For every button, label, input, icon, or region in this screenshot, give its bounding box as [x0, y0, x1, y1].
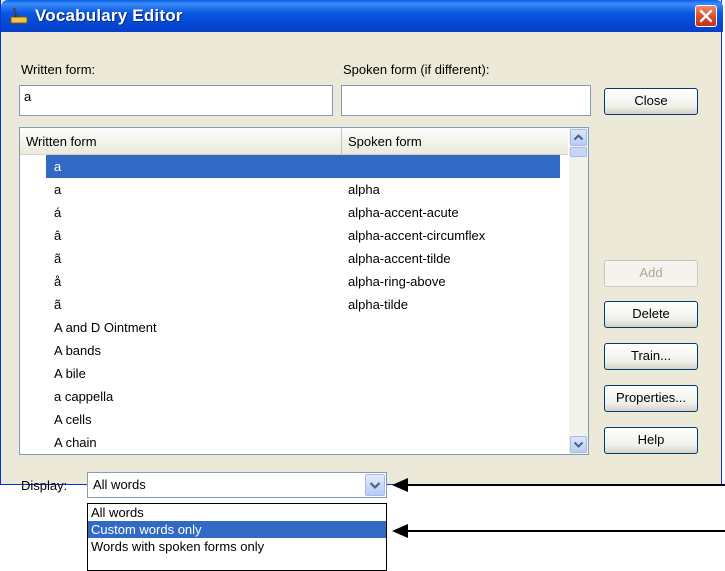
display-option-partial[interactable]	[88, 555, 386, 570]
list-item[interactable]: A bile	[46, 362, 560, 385]
title-bar[interactable]: Vocabulary Editor	[1, 0, 723, 32]
column-header-spoken-form[interactable]: Spoken form	[342, 128, 568, 155]
written-cell: â	[54, 228, 62, 243]
list-item[interactable]: A chain	[46, 431, 560, 454]
spoken-cell: alpha	[348, 182, 380, 197]
spoken-cell: alpha-accent-tilde	[348, 251, 451, 266]
written-cell: A bands	[54, 343, 101, 358]
scroll-down-button[interactable]	[570, 436, 587, 453]
spoken-cell: alpha-tilde	[348, 297, 408, 312]
list-item[interactable]: A bands	[46, 339, 560, 362]
spoken-form-label: Spoken form (if different):	[343, 62, 490, 77]
list-item[interactable]: â alpha-accent-circumflex	[46, 224, 560, 247]
written-cell: A bile	[54, 366, 86, 381]
written-form-label: Written form:	[21, 62, 96, 77]
app-icon	[9, 7, 29, 25]
vocabulary-list[interactable]: Written form Spoken form a a alpha á alp…	[19, 127, 589, 455]
display-dropdown-button[interactable]	[365, 474, 385, 496]
vocabulary-editor-window: Vocabulary Editor Written form: Spoken f…	[0, 0, 723, 493]
list-item[interactable]: ã alpha-tilde	[46, 293, 560, 316]
close-icon	[699, 9, 713, 23]
written-form-input[interactable]: a	[19, 85, 333, 116]
written-cell: a	[54, 182, 62, 197]
help-button[interactable]: Help	[604, 427, 698, 454]
spoken-cell: alpha-accent-acute	[348, 205, 459, 220]
list-item[interactable]: å alpha-ring-above	[46, 270, 560, 293]
annotation-arrow-line	[406, 530, 725, 532]
train-button[interactable]: Train...	[604, 343, 698, 370]
close-button[interactable]: Close	[604, 88, 698, 115]
add-button[interactable]: Add	[604, 260, 698, 287]
list-item[interactable]: á alpha-accent-acute	[46, 201, 560, 224]
display-select-value: All words	[93, 477, 146, 492]
written-cell: A and D Ointment	[54, 320, 157, 335]
written-cell: á	[54, 205, 62, 220]
list-item[interactable]: a alpha	[46, 178, 560, 201]
chevron-down-icon	[573, 441, 584, 448]
chevron-up-icon	[573, 134, 584, 141]
written-cell: ã	[54, 297, 62, 312]
window-title: Vocabulary Editor	[35, 6, 183, 25]
written-cell: a	[54, 159, 62, 174]
scroll-up-button[interactable]	[570, 129, 587, 146]
annotation-arrow-line	[406, 484, 725, 486]
display-option-custom-words[interactable]: Custom words only	[88, 521, 386, 538]
vertical-scrollbar[interactable]	[569, 128, 588, 454]
delete-button[interactable]: Delete	[604, 301, 698, 328]
written-cell: A chain	[54, 435, 97, 450]
written-cell: ã	[54, 251, 62, 266]
display-options-list[interactable]: All words Custom words only Words with s…	[87, 503, 387, 571]
list-item[interactable]: A and D Ointment	[46, 316, 560, 339]
list-item[interactable]: ã alpha-accent-tilde	[46, 247, 560, 270]
list-item[interactable]: a	[46, 155, 560, 178]
spoken-cell: alpha-ring-above	[348, 274, 446, 289]
spoken-form-input[interactable]	[341, 85, 591, 116]
written-cell: å	[54, 274, 62, 289]
display-label: Display:	[21, 478, 68, 493]
spoken-cell: alpha-accent-circumflex	[348, 228, 486, 243]
properties-button[interactable]: Properties...	[604, 385, 698, 412]
chevron-down-icon	[369, 482, 381, 490]
close-window-button[interactable]	[695, 5, 717, 27]
scroll-thumb[interactable]	[570, 147, 587, 157]
column-header-written-form[interactable]: Written form	[20, 128, 342, 155]
display-option-all-words[interactable]: All words	[88, 504, 386, 521]
display-select[interactable]: All words	[87, 472, 387, 498]
written-cell: a cappella	[54, 389, 114, 404]
list-item[interactable]: A cells	[46, 408, 560, 431]
display-option-spoken-forms[interactable]: Words with spoken forms only	[88, 538, 386, 555]
list-item[interactable]: a cappella	[46, 385, 560, 408]
written-cell: A cells	[54, 412, 92, 427]
